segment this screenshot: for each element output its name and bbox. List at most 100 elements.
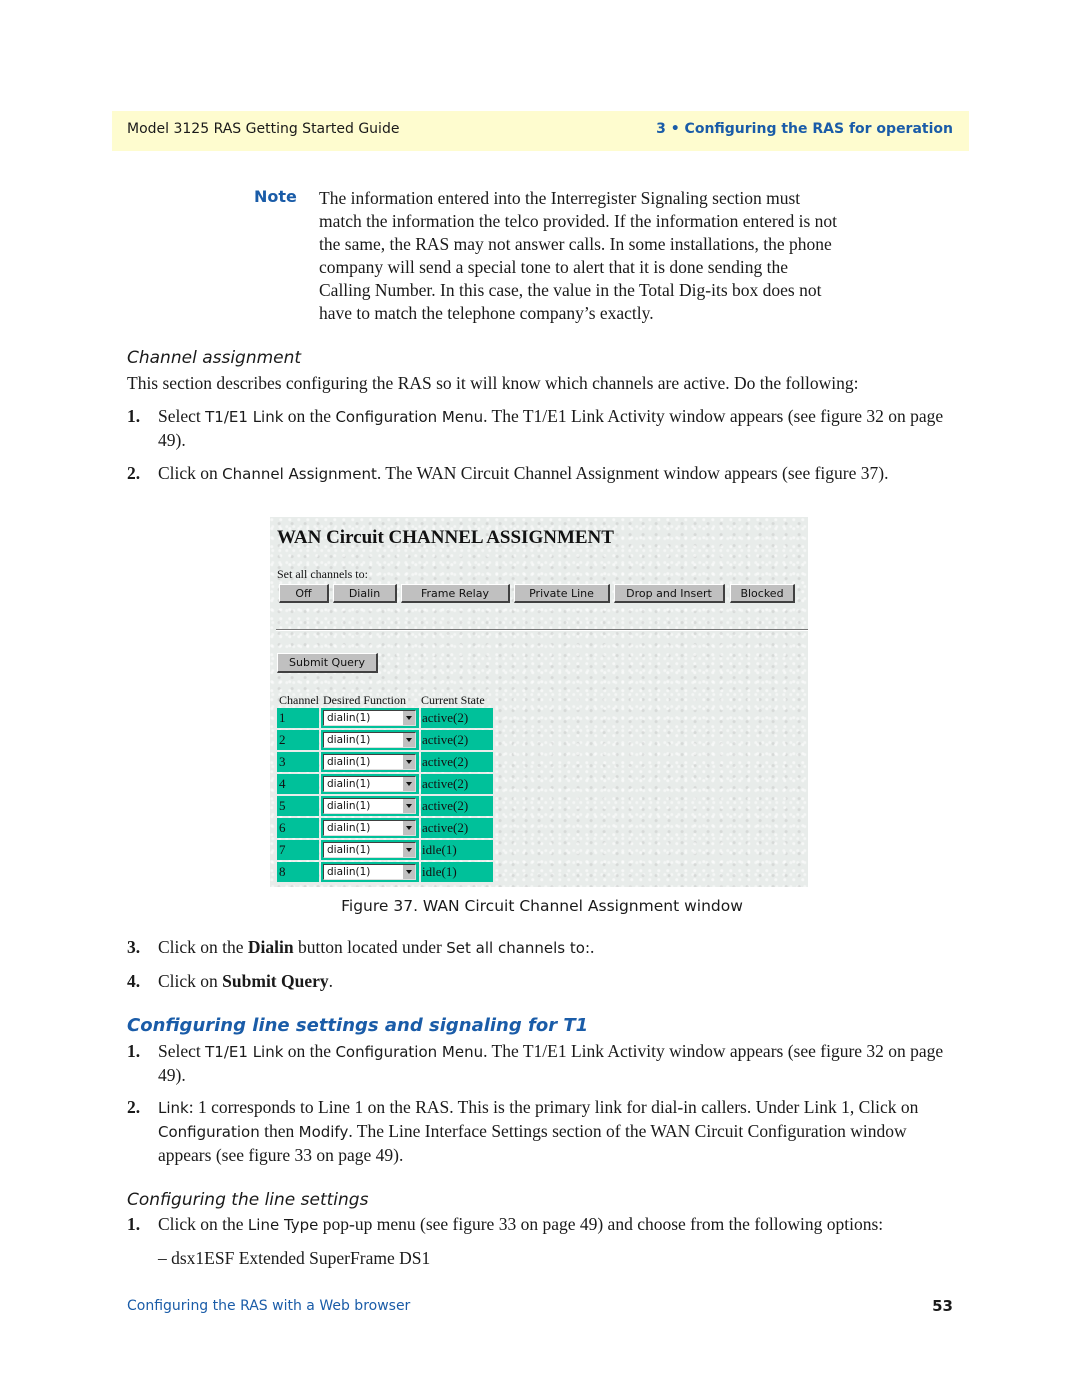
step-text: Click on bbox=[158, 971, 223, 991]
channel-number: 6 bbox=[277, 818, 319, 838]
column-header-desired-function: Desired Function bbox=[323, 693, 406, 707]
current-state: active(2) bbox=[421, 752, 493, 772]
step-number: 2. bbox=[127, 463, 141, 483]
line-step-1: 1. Select T1/E1 Link on the Configuratio… bbox=[127, 1040, 957, 1087]
channel-assignment-intro: This section describes configuring the R… bbox=[127, 373, 859, 393]
submit-query-button[interactable]: Submit Query bbox=[277, 653, 378, 673]
desired-function-select[interactable]: dialin(1) bbox=[323, 820, 416, 836]
ui-term: T1/E1 Link bbox=[205, 1043, 284, 1061]
select-value: dialin(1) bbox=[327, 712, 371, 724]
select-value: dialin(1) bbox=[327, 822, 371, 834]
select-value: dialin(1) bbox=[327, 756, 371, 768]
column-header-channel: Channel bbox=[279, 693, 319, 707]
dropdown-arrow-icon[interactable] bbox=[402, 865, 415, 879]
channel-assignment-heading: Channel assignment bbox=[127, 348, 302, 368]
wan-channel-assignment-screenshot: WAN Circuit CHANNEL ASSIGNMENT Set all c… bbox=[270, 517, 808, 887]
note-text: The information entered into the Interre… bbox=[319, 188, 838, 323]
function-cell: dialin(1) bbox=[321, 796, 419, 816]
step-text: Click on the bbox=[158, 1214, 248, 1234]
desired-function-select[interactable]: dialin(1) bbox=[323, 864, 416, 880]
current-state: active(2) bbox=[421, 708, 493, 728]
divider bbox=[276, 629, 808, 631]
step-text: : 1 corresponds to Line 1 on the RAS. Th… bbox=[188, 1097, 919, 1117]
column-header-current-state: Current State bbox=[421, 693, 485, 707]
select-value: dialin(1) bbox=[327, 866, 371, 878]
current-state: active(2) bbox=[421, 818, 493, 838]
dropdown-arrow-icon[interactable] bbox=[402, 799, 415, 813]
step-number: 3. bbox=[127, 937, 141, 957]
step-text: Click on the bbox=[158, 937, 248, 957]
current-state: idle(1) bbox=[421, 840, 493, 860]
desired-function-select[interactable]: dialin(1) bbox=[323, 732, 416, 748]
line-settings-subheading: Configuring the line settings bbox=[127, 1190, 369, 1210]
dropdown-arrow-icon[interactable] bbox=[402, 821, 415, 835]
drop-and-insert-button[interactable]: Drop and Insert bbox=[614, 584, 725, 603]
figure-window-title: WAN Circuit CHANNEL ASSIGNMENT bbox=[277, 527, 614, 548]
dropdown-arrow-icon[interactable] bbox=[402, 711, 415, 725]
function-cell: dialin(1) bbox=[321, 774, 419, 794]
current-state: idle(1) bbox=[421, 862, 493, 882]
running-header: Model 3125 RAS Getting Started Guide 3 •… bbox=[112, 111, 969, 151]
function-cell: dialin(1) bbox=[321, 752, 419, 772]
figure-caption: Figure 37. WAN Circuit Channel Assignmen… bbox=[341, 897, 743, 915]
note-label: Note bbox=[254, 187, 297, 206]
desired-function-select[interactable]: dialin(1) bbox=[323, 754, 416, 770]
select-value: dialin(1) bbox=[327, 800, 371, 812]
channel-number: 7 bbox=[277, 840, 319, 860]
select-value: dialin(1) bbox=[327, 778, 371, 790]
line-type-option: – dsx1ESF Extended SuperFrame DS1 bbox=[158, 1248, 431, 1268]
step-number: 2. bbox=[127, 1097, 141, 1117]
ui-term: Configuration bbox=[158, 1123, 260, 1141]
step-text: pop-up menu (see figure 33 on page 49) a… bbox=[318, 1214, 884, 1234]
bold-term: Submit Query bbox=[222, 971, 329, 991]
blocked-button[interactable]: Blocked bbox=[730, 584, 795, 603]
desired-function-select[interactable]: dialin(1) bbox=[323, 798, 416, 814]
step-number: 1. bbox=[127, 406, 141, 426]
ui-term: Line Type bbox=[247, 1216, 319, 1234]
step-text: . bbox=[328, 971, 334, 991]
step-text: Select bbox=[158, 1041, 206, 1061]
ui-term: Set all channels to: bbox=[446, 939, 590, 957]
channel-number: 4 bbox=[277, 774, 319, 794]
channel-step-4: 4. Click on Submit Query. bbox=[127, 970, 957, 993]
step-text: on the bbox=[283, 1041, 336, 1061]
desired-function-select[interactable]: dialin(1) bbox=[323, 776, 416, 792]
line-type-step-1: 1. Click on the Line Type pop-up menu (s… bbox=[127, 1213, 957, 1237]
desired-function-select[interactable]: dialin(1) bbox=[323, 710, 416, 726]
function-cell: dialin(1) bbox=[321, 840, 419, 860]
function-cell: dialin(1) bbox=[321, 818, 419, 838]
channel-step-2: 2. Click on Channel Assignment. The WAN … bbox=[127, 462, 957, 486]
ui-term: Configuration Menu bbox=[335, 1043, 484, 1061]
select-value: dialin(1) bbox=[327, 734, 371, 746]
private-line-button[interactable]: Private Line bbox=[514, 584, 610, 603]
dialin-button[interactable]: Dialin bbox=[333, 584, 397, 603]
set-all-label: Set all channels to: bbox=[277, 567, 368, 581]
frame-relay-button[interactable]: Frame Relay bbox=[401, 584, 510, 603]
footer-section: Configuring the RAS with a Web browser bbox=[127, 1298, 411, 1314]
step-text: on the bbox=[283, 406, 336, 426]
channel-step-3: 3. Click on the Dialin button located un… bbox=[127, 936, 957, 960]
dropdown-arrow-icon[interactable] bbox=[402, 843, 415, 857]
step-text: button located under bbox=[293, 937, 447, 957]
guide-title: Model 3125 RAS Getting Started Guide bbox=[127, 121, 400, 137]
ui-term: Link bbox=[158, 1099, 189, 1117]
current-state: active(2) bbox=[421, 730, 493, 750]
step-number: 1. bbox=[127, 1041, 141, 1061]
channel-step-1: 1. Select T1/E1 Link on the Configuratio… bbox=[127, 405, 957, 452]
step-number: 4. bbox=[127, 971, 141, 991]
dropdown-arrow-icon[interactable] bbox=[402, 755, 415, 769]
step-number: 1. bbox=[127, 1214, 141, 1234]
step-text: Select bbox=[158, 406, 206, 426]
dropdown-arrow-icon[interactable] bbox=[402, 733, 415, 747]
chapter-title: 3 • Configuring the RAS for operation bbox=[656, 121, 953, 137]
ui-term: Configuration Menu bbox=[335, 408, 484, 426]
off-button[interactable]: Off bbox=[279, 584, 329, 603]
step-text: . The WAN Circuit Channel Assignment win… bbox=[376, 463, 889, 483]
function-cell: dialin(1) bbox=[321, 730, 419, 750]
dropdown-arrow-icon[interactable] bbox=[402, 777, 415, 791]
ui-term: Channel Assignment bbox=[222, 465, 377, 483]
channel-number: 3 bbox=[277, 752, 319, 772]
channel-number: 8 bbox=[277, 862, 319, 882]
current-state: active(2) bbox=[421, 774, 493, 794]
desired-function-select[interactable]: dialin(1) bbox=[323, 842, 416, 858]
